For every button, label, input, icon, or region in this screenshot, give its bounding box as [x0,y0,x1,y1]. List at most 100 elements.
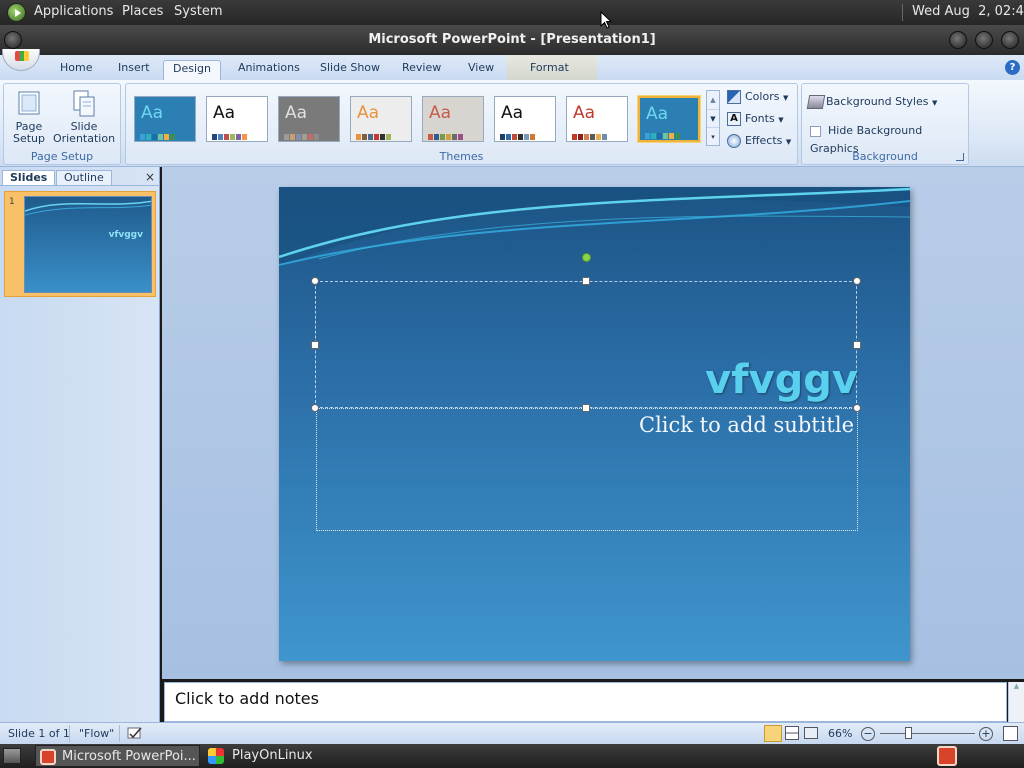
minimize-icon[interactable] [949,31,967,49]
theme-thumbnail[interactable]: Aa [206,96,268,142]
slide-orientation-button[interactable]: Slide Orientation [50,88,118,145]
clock[interactable]: Wed Aug 2, 02:49 [912,4,1024,19]
panel-tabs: Slides Outline × [0,170,160,185]
resize-handle-s[interactable] [582,404,590,412]
scroll-up-icon[interactable]: ▲ [1009,682,1024,690]
normal-view-icon[interactable] [764,725,782,742]
slides-panel: Slides Outline × 1 vfvggv [0,167,160,723]
office-logo-icon [15,51,29,61]
taskbar-item-powerpoint[interactable]: Microsoft PowerPoi... [35,745,200,767]
theme-color-swatch [572,134,577,140]
page-setup-group-label: Page Setup [30,150,94,163]
tab-home[interactable]: Home [51,60,101,80]
zoom-slider-track[interactable] [880,733,975,734]
maximize-icon[interactable] [975,31,993,49]
show-desktop-icon[interactable] [3,748,21,764]
slide-sorter-icon[interactable] [785,726,799,740]
tab-view[interactable]: View [459,60,503,80]
background-styles-button[interactable]: Background Styles ▼ [806,93,938,111]
theme-thumbnail[interactable]: Aa [134,96,196,142]
tab-animations[interactable]: Animations [229,60,309,80]
resize-handle-w[interactable] [311,341,319,349]
theme-color-swatch [651,133,656,139]
checkbox-box [810,125,821,137]
tray-powerpoint-icon[interactable] [937,746,957,766]
slide-orientation-icon [73,90,95,117]
theme-color-swatches [645,129,689,139]
close-window-icon[interactable] [1001,31,1019,49]
slide-show-view-icon[interactable] [804,727,818,739]
theme-thumbnail[interactable]: Aa [422,96,484,142]
taskbar-item-playonlinux[interactable]: PlayOnLinux [206,745,366,767]
theme-color-swatch [296,134,301,140]
resize-handle-n[interactable] [582,277,590,285]
taskbar-label-playonlinux: PlayOnLinux [232,748,313,763]
theme-color-swatch [530,134,535,140]
theme-color-swatch [290,134,295,140]
theme-thumbnail[interactable]: Aa [638,96,700,142]
spelling-check-icon[interactable] [126,726,144,741]
theme-thumbnail[interactable]: Aa [494,96,556,142]
zoom-out-icon[interactable]: − [861,727,875,741]
effects-button[interactable]: Effects ▼ [727,132,791,150]
theme-color-swatch [164,134,169,140]
slide[interactable]: vfvggv Click to add subtitle [279,187,910,661]
background-styles-dropdown-icon: ▼ [931,99,938,107]
resize-handle-sw[interactable] [311,404,319,412]
page-setup-button[interactable]: Page Setup [9,88,49,145]
gnome-foot-icon[interactable] [7,3,26,22]
theme-sample-text: Aa [429,103,452,123]
gallery-more-icon[interactable]: ▾ [707,127,719,145]
theme-thumbnail[interactable]: Aa [350,96,412,142]
taskbar: Microsoft PowerPoi... PlayOnLinux [0,744,1024,768]
tab-insert[interactable]: Insert [109,60,159,80]
zoom-slider-thumb[interactable] [905,727,912,739]
slide-title[interactable]: vfvggv [705,357,858,403]
close-panel-icon[interactable]: × [145,170,155,184]
tab-format[interactable]: Format [521,60,578,80]
resize-handle-e[interactable] [853,341,861,349]
slide-thumbnail-selected[interactable]: 1 vfvggv [4,191,156,297]
dialog-launcher-icon[interactable] [956,153,964,161]
fonts-button[interactable]: A Fonts ▼ [727,110,784,128]
resize-handle-se[interactable] [853,404,861,412]
resize-handle-nw[interactable] [311,277,319,285]
window-menu-icon[interactable] [4,31,22,49]
theme-thumbnail[interactable]: Aa [566,96,628,142]
tab-design[interactable]: Design [163,60,221,80]
tab-outline[interactable]: Outline [56,170,112,185]
places-menu[interactable]: Places [122,4,163,19]
tab-slides[interactable]: Slides [2,170,56,185]
gallery-up-icon[interactable]: ▲ [707,91,719,109]
fit-to-window-icon[interactable] [1003,726,1018,741]
thumb-wave-icon [25,200,151,216]
hide-background-graphics-checkbox[interactable]: Hide Background Graphics [810,122,968,155]
help-icon[interactable]: ? [1005,60,1020,75]
notes-pane[interactable]: Click to add notes [164,682,1007,722]
tab-review[interactable]: Review [393,60,450,80]
zoom-level[interactable]: 66% [828,727,852,740]
theme-thumbnail[interactable]: Aa [278,96,340,142]
colors-button[interactable]: Colors ▼ [727,88,788,106]
theme-color-swatch [584,134,589,140]
page-setup-icon [18,91,40,115]
system-menu[interactable]: System [174,4,222,19]
tab-slide-show[interactable]: Slide Show [311,60,389,80]
theme-color-swatch [602,134,607,140]
theme-color-swatch [236,134,241,140]
theme-color-swatch [428,134,433,140]
slide-editing-area: vfvggv Click to add subtitle [162,167,1024,679]
rotate-handle[interactable] [582,253,591,262]
theme-color-swatch [458,134,463,140]
gallery-down-icon[interactable]: ▼ [707,109,719,127]
theme-sample-text: Aa [501,103,524,123]
theme-color-swatch [500,134,505,140]
zoom-in-icon[interactable]: + [979,727,993,741]
notes-scrollbar[interactable]: ▲ [1008,682,1024,722]
thumb-title: vfvggv [108,230,143,240]
slide-subtitle[interactable]: Click to add subtitle [639,413,854,437]
resize-handle-ne[interactable] [853,277,861,285]
colors-icon [727,90,741,104]
theme-color-swatch [434,134,439,140]
applications-menu[interactable]: Applications [34,4,113,19]
